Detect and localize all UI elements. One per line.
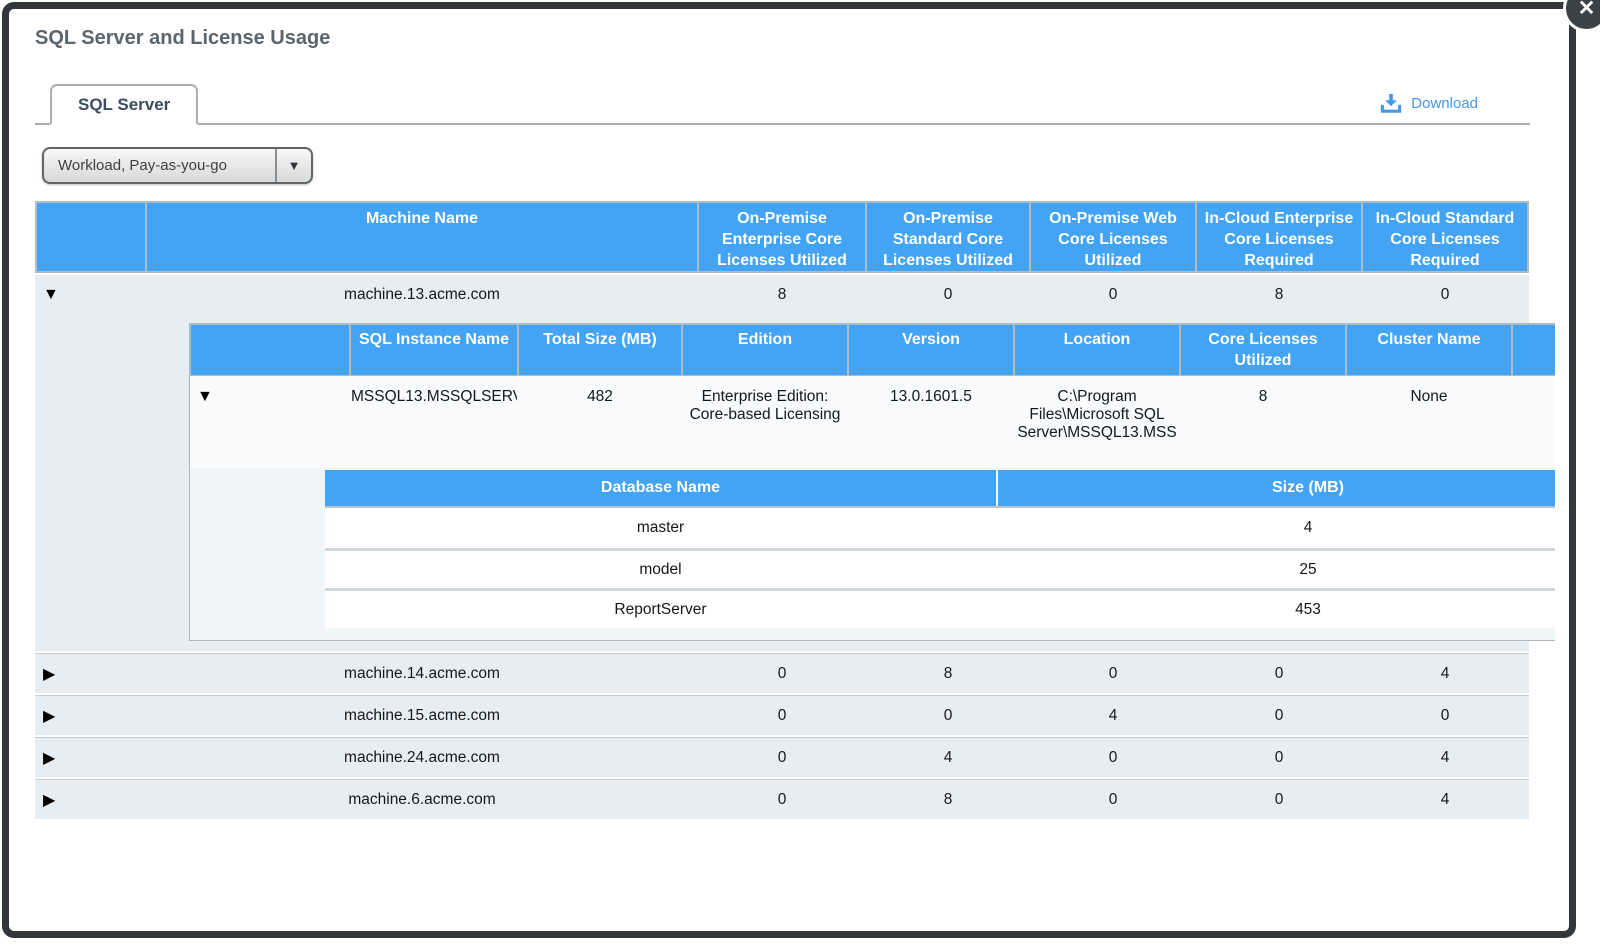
column-header-database-name: Database Name xyxy=(325,470,996,506)
column-header-incloud-enterprise: In-Cloud Enterprise Core Licenses Requir… xyxy=(1197,203,1361,271)
column-header-instance-name: SQL Instance Name xyxy=(351,325,517,375)
instance-total-size: 482 xyxy=(519,376,681,468)
report-page: SQL Server and License Usage SQL Server … xyxy=(9,9,1569,819)
column-header-onprem-standard: On-Premise Standard Core Licenses Utiliz… xyxy=(867,203,1029,271)
value-cell: 4 xyxy=(1363,780,1527,819)
value-cell: 4 xyxy=(867,738,1029,777)
database-table-body: master 4 model 25 ReportServer 453 xyxy=(325,506,1555,628)
license-usage-table: Machine Name On-Premise Enterprise Core … xyxy=(35,201,1529,819)
column-header-location: Location xyxy=(1015,325,1179,375)
value-cell: 0 xyxy=(1031,654,1195,693)
value-cell: 0 xyxy=(1197,696,1361,735)
expand-arrow-icon[interactable]: ▶ xyxy=(43,664,55,684)
value-cell: 0 xyxy=(1363,696,1527,735)
database-size: 4 xyxy=(998,508,1555,548)
instance-clipped-cell xyxy=(1513,376,1555,468)
app-window: SQL Server and License Usage SQL Server … xyxy=(2,2,1576,938)
value-cell: 0 xyxy=(1031,738,1195,777)
download-link[interactable]: Download xyxy=(1380,93,1478,113)
machine-name: machine.6.acme.com xyxy=(147,780,697,819)
column-header-onprem-enterprise: On-Premise Enterprise Core Licenses Util… xyxy=(699,203,865,271)
value-cell: 0 xyxy=(699,696,865,735)
column-header-total-size: Total Size (MB) xyxy=(519,325,681,375)
column-header-clipped xyxy=(1513,325,1555,375)
sql-instance-panel: SQL Instance Name Total Size (MB) Editio… xyxy=(189,323,1555,641)
tab-sql-server[interactable]: SQL Server xyxy=(50,84,198,125)
value-cell: 0 xyxy=(699,780,865,819)
machine-row-13: ▼ machine.13.acme.com 8 0 0 8 0 xyxy=(35,275,1529,315)
expand-arrow-icon[interactable]: ▶ xyxy=(43,706,55,726)
value-cell: 4 xyxy=(1031,696,1195,735)
column-header-edition: Edition xyxy=(683,325,847,375)
database-table: Database Name Size (MB) master 4 model xyxy=(325,470,1555,628)
expand-arrow-icon[interactable]: ▶ xyxy=(43,748,55,768)
database-table-header: Database Name Size (MB) xyxy=(325,470,1555,506)
chevron-down-icon: ▼ xyxy=(277,158,311,173)
value-cell: 0 xyxy=(699,654,865,693)
expander-column-header xyxy=(37,203,145,271)
collapse-arrow-icon[interactable]: ▼ xyxy=(197,388,213,405)
instance-name: MSSQL13.MSSQLSERV xyxy=(351,376,517,468)
database-name: ReportServer xyxy=(325,591,996,628)
database-row-master: master 4 xyxy=(325,508,1555,548)
column-header-machine-name: Machine Name xyxy=(147,203,697,271)
instance-core-licenses: 8 xyxy=(1181,376,1345,468)
column-header-core-licenses: Core Licenses Utilized xyxy=(1181,325,1345,375)
workload-filter-dropdown[interactable]: Workload, Pay-as-you-go ▼ xyxy=(42,147,313,184)
machine-row-6: ▶ machine.6.acme.com 0 8 0 0 4 xyxy=(35,779,1529,819)
machine-name: machine.13.acme.com xyxy=(147,275,697,315)
machine-13-detail: SQL Instance Name Total Size (MB) Editio… xyxy=(35,315,1529,651)
value-cell: 0 xyxy=(1197,654,1361,693)
value-cell: 4 xyxy=(1363,738,1527,777)
column-header-incloud-standard: In-Cloud Standard Core Licenses Required xyxy=(1363,203,1527,271)
instance-location: C:\Program Files\Microsoft SQL Server\MS… xyxy=(1015,376,1179,468)
value-cell: 0 xyxy=(1197,780,1361,819)
download-label: Download xyxy=(1411,95,1478,112)
value-cell: 8 xyxy=(699,275,865,315)
database-row-reportserver: ReportServer 453 xyxy=(325,588,1555,628)
machine-row-14: ▶ machine.14.acme.com 0 8 0 0 4 xyxy=(35,653,1529,693)
database-size: 25 xyxy=(998,551,1555,588)
value-cell: 8 xyxy=(867,780,1029,819)
instance-table-header: SQL Instance Name Total Size (MB) Editio… xyxy=(190,324,1555,376)
value-cell: 0 xyxy=(867,696,1029,735)
workload-filter-value: Workload, Pay-as-you-go xyxy=(44,157,275,174)
tab-bar: SQL Server Download xyxy=(35,85,1530,125)
machine-row-15: ▶ machine.15.acme.com 0 0 4 0 0 xyxy=(35,695,1529,735)
expander-column-header xyxy=(191,325,349,375)
collapse-arrow-icon[interactable]: ▼ xyxy=(43,286,59,304)
database-size: 453 xyxy=(998,591,1555,628)
machine-table-header: Machine Name On-Premise Enterprise Core … xyxy=(35,201,1529,273)
value-cell: 0 xyxy=(1197,738,1361,777)
database-name: master xyxy=(325,508,996,548)
instance-row: ▼ MSSQL13.MSSQLSERV 482 Enterprise Editi… xyxy=(190,376,1555,468)
download-icon xyxy=(1380,93,1402,113)
page-title: SQL Server and License Usage xyxy=(35,25,1569,51)
database-row-model: model 25 xyxy=(325,548,1555,588)
instance-edition: Enterprise Edition: Core-based Licensing xyxy=(683,376,847,468)
value-cell: 0 xyxy=(1031,780,1195,819)
column-header-size: Size (MB) xyxy=(998,470,1555,506)
value-cell: 0 xyxy=(699,738,865,777)
instance-version: 13.0.1601.5 xyxy=(849,376,1013,468)
machine-name: machine.14.acme.com xyxy=(147,654,697,693)
machine-name: machine.24.acme.com xyxy=(147,738,697,777)
column-header-onprem-web: On-Premise Web Core Licenses Utilized xyxy=(1031,203,1195,271)
value-cell: 8 xyxy=(867,654,1029,693)
expand-arrow-icon[interactable]: ▶ xyxy=(43,790,55,810)
instance-cluster-name: None xyxy=(1347,376,1511,468)
column-header-cluster-name: Cluster Name xyxy=(1347,325,1511,375)
machine-name: machine.15.acme.com xyxy=(147,696,697,735)
value-cell: 8 xyxy=(1197,275,1361,315)
machine-row-24: ▶ machine.24.acme.com 0 4 0 0 4 xyxy=(35,737,1529,777)
value-cell: 4 xyxy=(1363,654,1527,693)
value-cell: 0 xyxy=(1363,275,1527,315)
column-header-version: Version xyxy=(849,325,1013,375)
value-cell: 0 xyxy=(867,275,1029,315)
value-cell: 0 xyxy=(1031,275,1195,315)
database-name: model xyxy=(325,551,996,588)
